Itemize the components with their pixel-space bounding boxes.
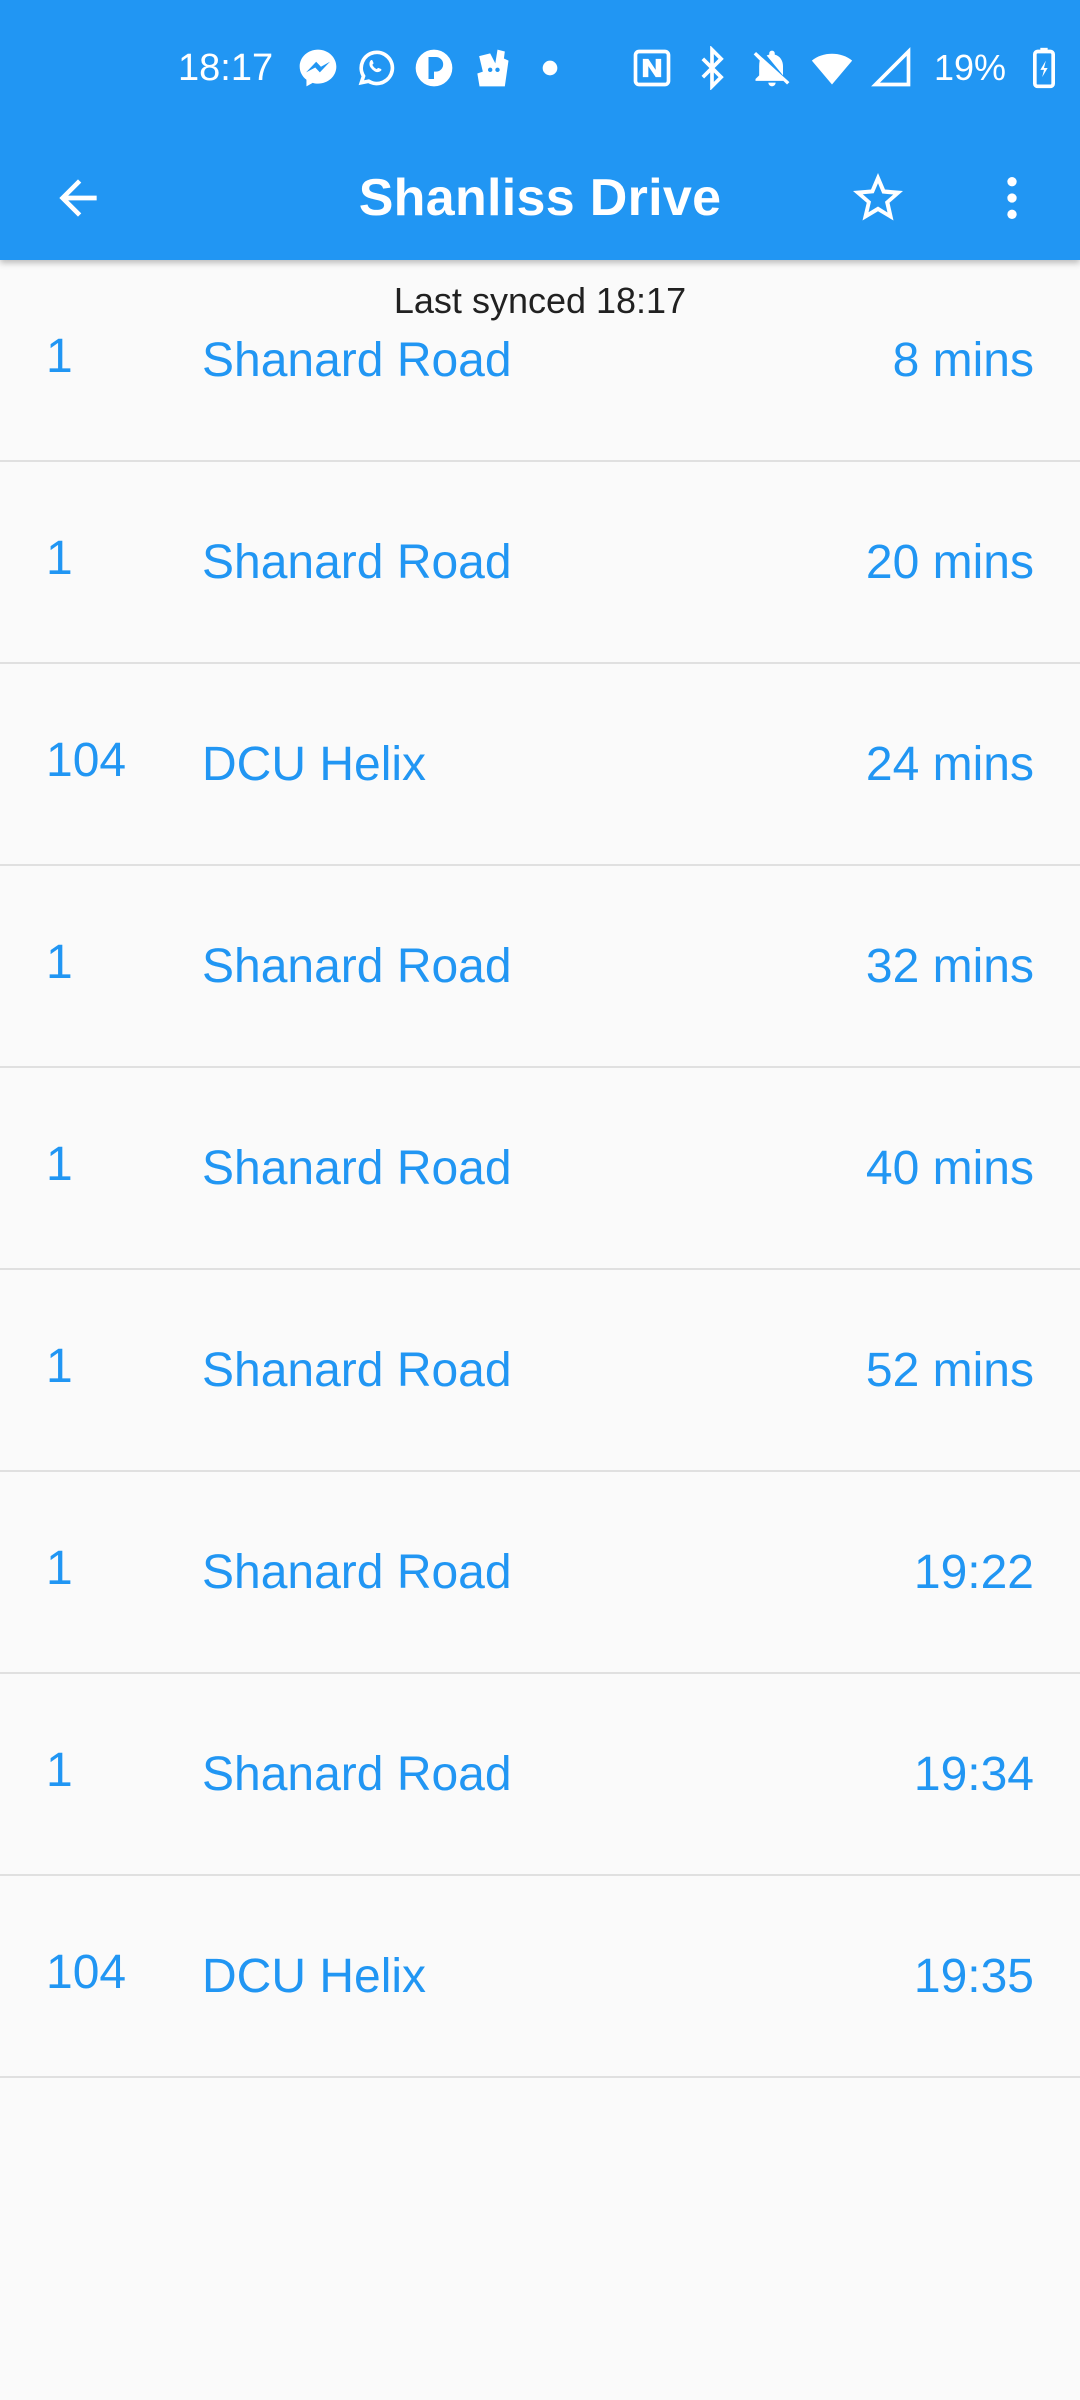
more-options-button[interactable]	[966, 152, 1058, 244]
route-number: 1	[46, 532, 73, 585]
nfc-icon	[633, 49, 671, 87]
destination-label: Shanard Road	[202, 536, 512, 589]
last-synced-label: Last synced 18:17	[393, 280, 687, 321]
departure-row[interactable]: 1 Shanard Road 40 mins	[0, 1068, 1080, 1270]
dot-icon	[542, 60, 558, 76]
destination-label: DCU Helix	[202, 738, 427, 791]
status-bar: 18:17 19%	[0, 0, 1080, 136]
destination-label: Shanard Road	[202, 1546, 512, 1599]
more-vert-icon	[1007, 177, 1017, 219]
route-number: 1	[46, 1340, 73, 1393]
departure-row[interactable]: 1 Shanard Road 52 mins	[0, 1270, 1080, 1472]
destination-label: Shanard Road	[202, 1142, 512, 1195]
system-icons: 19%	[630, 44, 1066, 92]
app-bar: 18:17 19% Shanliss Drive	[0, 0, 1080, 260]
route-number: 1	[46, 330, 73, 383]
departure-row[interactable]: 1 Shanard Road 20 mins	[0, 462, 1080, 664]
star-outline-icon	[853, 173, 903, 221]
route-number: 1	[46, 936, 73, 989]
destination-label: Shanard Road	[202, 1748, 512, 1801]
due-time: 8 mins	[892, 334, 1034, 387]
favorite-button[interactable]	[832, 152, 924, 244]
bell-off-icon	[753, 50, 790, 87]
due-time: 20 mins	[865, 536, 1034, 589]
route-number: 104	[46, 734, 127, 787]
route-number: 1	[46, 1744, 73, 1797]
messenger-icon	[299, 49, 337, 87]
due-time: 19:34	[913, 1748, 1034, 1801]
status-time: 18:17	[178, 47, 274, 89]
due-time: 24 mins	[865, 738, 1034, 791]
destination-label: Shanard Road	[202, 1344, 512, 1397]
destination-label: Shanard Road	[202, 940, 512, 993]
departure-row[interactable]: 104 DCU Helix 19:35	[0, 1876, 1080, 2078]
app-icon	[415, 49, 453, 87]
toolbar: Shanliss Drive	[0, 136, 1080, 260]
route-number: 1	[46, 1138, 73, 1191]
wifi-icon	[811, 53, 853, 85]
departure-row[interactable]: 1 Shanard Road 19:22	[0, 1472, 1080, 1674]
bluetooth-icon	[701, 46, 724, 90]
due-time: 40 mins	[865, 1142, 1034, 1195]
departure-row[interactable]: 104 DCU Helix 24 mins	[0, 664, 1080, 866]
due-time: 32 mins	[865, 940, 1034, 993]
departure-row[interactable]: 1 Shanard Road 19:34	[0, 1674, 1080, 1876]
departures-list: 1 Shanard Road 8 mins 1 Shanard Road 20 mins 1…	[0, 260, 1080, 2078]
arrow-back-icon	[59, 179, 97, 217]
notification-icons	[296, 44, 572, 92]
route-number: 104	[46, 1946, 127, 1999]
route-number: 1	[46, 1542, 73, 1595]
whatsapp-icon	[358, 50, 395, 86]
back-button[interactable]	[32, 152, 124, 244]
deliveroo-icon	[477, 49, 509, 87]
departure-row[interactable]: 1 Shanard Road 32 mins	[0, 866, 1080, 1068]
due-time: 19:35	[913, 1950, 1034, 2003]
signal-icon	[871, 47, 911, 87]
due-time: 52 mins	[865, 1344, 1034, 1397]
due-time: 19:22	[913, 1546, 1034, 1599]
destination-label: DCU Helix	[202, 1950, 427, 2003]
battery-percent: 19%	[934, 47, 1007, 88]
battery-icon	[1033, 47, 1056, 89]
destination-label: Shanard Road	[202, 334, 512, 387]
